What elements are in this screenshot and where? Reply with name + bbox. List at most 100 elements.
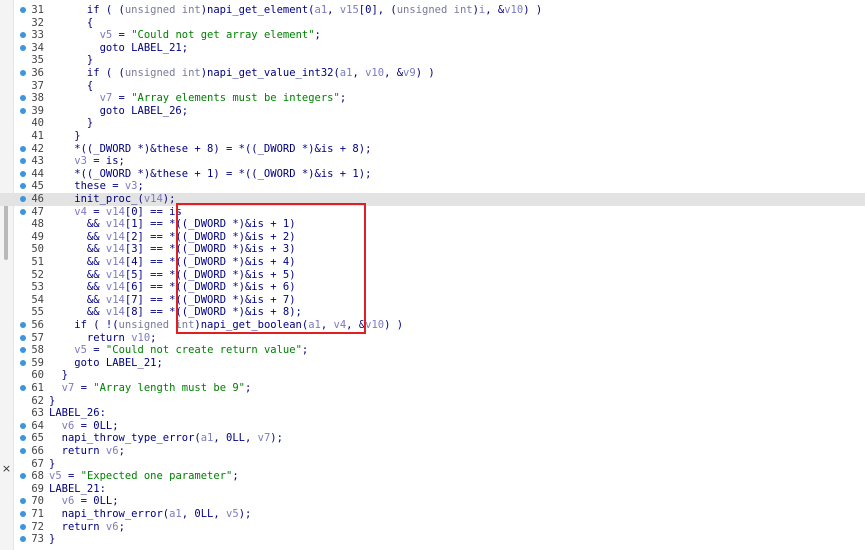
breakpoint-dot-icon[interactable] bbox=[20, 536, 26, 543]
line-number: 70 bbox=[31, 495, 44, 508]
code-text: LABEL_21: bbox=[49, 482, 106, 495]
line-number: 40 bbox=[31, 117, 44, 130]
line-number: 72 bbox=[31, 520, 44, 533]
code-line[interactable]: 53 && v14[6] == *((_DWORD *)&is + 6) bbox=[0, 281, 865, 294]
line-number: 59 bbox=[31, 356, 44, 369]
code-line[interactable]: 48 && v14[1] == *((_DWORD *)&is + 1) bbox=[0, 218, 865, 231]
line-number: 61 bbox=[31, 382, 44, 394]
breakpoint-dot-icon[interactable] bbox=[20, 385, 26, 391]
code-line[interactable]: 42 *((_DWORD *)&these + 8) = *((_DWORD *… bbox=[0, 143, 865, 156]
breakpoint-dot-icon[interactable] bbox=[20, 107, 26, 114]
code-line[interactable]: 35 } bbox=[0, 54, 865, 67]
breakpoint-dot-icon[interactable] bbox=[20, 183, 26, 190]
breakpoint-dot-icon[interactable] bbox=[20, 170, 26, 177]
code-line[interactable]: 64 v6 = 0LL; bbox=[0, 420, 865, 433]
breakpoint-dot-icon[interactable] bbox=[20, 196, 26, 202]
code-line[interactable]: 50 && v14[3] == *((_DWORD *)&is + 3) bbox=[0, 243, 865, 256]
code-text: goto LABEL_26; bbox=[49, 104, 189, 117]
code-line[interactable]: 45 these = v3; bbox=[0, 180, 865, 193]
code-line[interactable]: 51 && v14[4] == *((_DWORD *)&is + 4) bbox=[0, 256, 865, 269]
code-line[interactable]: 60 } bbox=[0, 369, 865, 382]
breakpoint-dot-icon[interactable] bbox=[20, 70, 26, 76]
breakpoint-dot-icon[interactable] bbox=[20, 435, 26, 442]
line-number: 49 bbox=[31, 230, 44, 243]
code-line[interactable]: 37 { bbox=[0, 80, 865, 93]
code-text: && v14[6] == *((_DWORD *)&is + 6) bbox=[49, 281, 296, 294]
code-line[interactable]: 67} bbox=[0, 458, 865, 471]
code-line[interactable]: 52 && v14[5] == *((_DWORD *)&is + 5) bbox=[0, 269, 865, 282]
code-line[interactable]: 31 if ( (unsigned int)napi_get_element(a… bbox=[0, 4, 865, 17]
code-line[interactable]: 39 goto LABEL_26; bbox=[0, 105, 865, 118]
breakpoint-dot-icon[interactable] bbox=[20, 32, 26, 39]
code-text: && v14[2] == *((_DWORD *)&is + 2) bbox=[49, 230, 296, 243]
breakpoint-dot-icon[interactable] bbox=[20, 473, 26, 480]
code-line[interactable]: 41 } bbox=[0, 130, 865, 143]
line-number: 58 bbox=[31, 344, 44, 357]
code-line[interactable]: 32 { bbox=[0, 17, 865, 30]
code-text: } bbox=[49, 130, 81, 142]
line-number: 54 bbox=[31, 293, 44, 306]
code-line[interactable]: 38 v7 = "Array elements must be integers… bbox=[0, 92, 865, 105]
breakpoint-dot-icon[interactable] bbox=[20, 145, 26, 152]
breakpoint-dot-icon[interactable] bbox=[20, 511, 26, 517]
breakpoint-dot-icon[interactable] bbox=[20, 158, 26, 165]
code-text: v7 = "Array elements must be integers"; bbox=[99, 92, 347, 105]
code-line[interactable]: 57 return v10; bbox=[0, 332, 865, 345]
code-text: && v14[5] == *((_DWORD *)&is + 5) bbox=[49, 268, 296, 281]
breakpoint-dot-icon[interactable] bbox=[20, 448, 26, 454]
code-line[interactable]: 68 v5 = "Expected one parameter"; bbox=[0, 470, 865, 483]
code-line[interactable]: 65 napi_throw_type_error(a1, 0LL, v7); bbox=[0, 432, 865, 445]
line-number: 60 bbox=[31, 369, 44, 382]
code-line[interactable]: 59 goto LABEL_21; bbox=[0, 357, 865, 370]
code-line[interactable]: 49 && v14[2] == *((_DWORD *)&is + 2) bbox=[0, 231, 865, 244]
code-line[interactable]: 61 v7 = "Array length must be 9"; bbox=[0, 382, 865, 395]
code-line[interactable]: 40 } bbox=[0, 117, 865, 130]
code-line[interactable]: 44 *((_OWORD *)&these + 1) = *((_OWORD *… bbox=[0, 168, 865, 181]
code-text: return v6; bbox=[49, 520, 125, 533]
code-text: goto LABEL_21; bbox=[49, 41, 189, 54]
code-line[interactable]: 33 v5 = "Could not get array element"; bbox=[0, 29, 865, 42]
code-line[interactable]: 36 if ( (unsigned int)napi_get_value_int… bbox=[0, 67, 865, 80]
code-line[interactable]: 70 v6 = 0LL; bbox=[0, 495, 865, 508]
line-number: 33 bbox=[31, 29, 44, 42]
code-line[interactable]: 47 v4 = v14[0] == is bbox=[0, 206, 865, 219]
code-text: } bbox=[49, 54, 94, 67]
code-line[interactable]: 69 LABEL_21: bbox=[0, 483, 865, 496]
line-number: 45 bbox=[31, 180, 44, 193]
code-text: v5 = "Could not get array element"; bbox=[99, 29, 321, 42]
code-line[interactable]: 54 && v14[7] == *((_DWORD *)&is + 7) bbox=[0, 294, 865, 307]
code-line[interactable]: 56 if ( !(unsigned int)napi_get_boolean(… bbox=[0, 319, 865, 332]
breakpoint-dot-icon[interactable] bbox=[20, 95, 26, 102]
code-line[interactable]: 34 goto LABEL_21; bbox=[0, 42, 865, 55]
breakpoint-dot-icon[interactable] bbox=[20, 322, 26, 328]
breakpoint-dot-icon[interactable] bbox=[20, 359, 26, 366]
line-number: 34 bbox=[31, 41, 44, 54]
breakpoint-dot-icon[interactable] bbox=[20, 208, 26, 215]
code-line[interactable]: 46 init_proc_(v14); bbox=[0, 193, 865, 206]
breakpoint-dot-icon[interactable] bbox=[20, 44, 26, 51]
code-line[interactable]: 63 LABEL_26: bbox=[0, 407, 865, 420]
code-line[interactable]: 43 v3 = is; bbox=[0, 155, 865, 168]
code-text: } bbox=[49, 394, 56, 407]
line-number: 67 bbox=[31, 457, 44, 470]
breakpoint-dot-icon[interactable] bbox=[20, 523, 26, 530]
line-number: 73 bbox=[31, 533, 44, 546]
code-line[interactable]: 62} bbox=[0, 395, 865, 408]
code-text: } bbox=[49, 533, 56, 546]
breakpoint-dot-icon[interactable] bbox=[20, 422, 26, 429]
code-text: { bbox=[49, 79, 94, 92]
breakpoint-dot-icon[interactable] bbox=[20, 347, 26, 354]
code-line[interactable]: 73} bbox=[0, 533, 865, 546]
code-text: { bbox=[49, 16, 94, 29]
breakpoint-dot-icon[interactable] bbox=[20, 498, 26, 505]
code-text: && v14[7] == *((_DWORD *)&is + 7) bbox=[49, 293, 296, 306]
line-number: 48 bbox=[31, 218, 44, 231]
code-line[interactable]: 66 return v6; bbox=[0, 445, 865, 458]
breakpoint-dot-icon[interactable] bbox=[20, 334, 26, 341]
code-text: v6 = 0LL; bbox=[61, 419, 119, 432]
code-line[interactable]: 58 v5 = "Could not create return value"; bbox=[0, 344, 865, 357]
breakpoint-dot-icon[interactable] bbox=[20, 7, 26, 13]
code-line[interactable]: 72 return v6; bbox=[0, 521, 865, 534]
code-line[interactable]: 55 && v14[8] == *((_DWORD *)&is + 8); bbox=[0, 306, 865, 319]
code-line[interactable]: 71 napi_throw_error(a1, 0LL, v5); bbox=[0, 508, 865, 521]
